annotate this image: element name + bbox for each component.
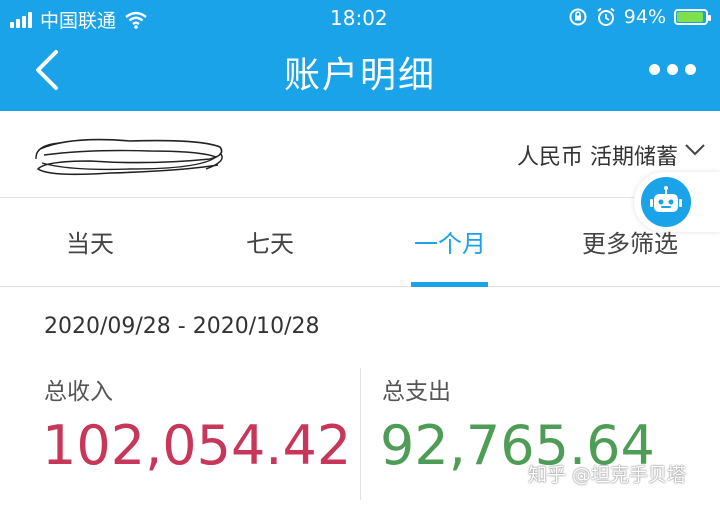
expense-label: 总支出 bbox=[382, 379, 451, 405]
tab-one-month[interactable]: 一个月 bbox=[360, 224, 540, 259]
app-header: 中国联通 18:02 94% 账户明细 bbox=[0, 0, 720, 111]
chevron-down-icon[interactable] bbox=[684, 143, 706, 157]
date-filter-tabs: 当天 七天 一个月 更多筛选 bbox=[0, 198, 720, 287]
date-range: 2020/09/28 - 2020/10/28 bbox=[44, 314, 320, 339]
tab-today[interactable]: 当天 bbox=[0, 224, 180, 259]
income-label: 总收入 bbox=[44, 379, 113, 405]
income-value: 102,054.42 bbox=[42, 414, 352, 477]
more-options-icon[interactable] bbox=[649, 64, 696, 75]
summary-divider bbox=[360, 368, 361, 500]
carrier-name: 中国联通 bbox=[40, 10, 117, 32]
alarm-icon bbox=[597, 7, 615, 26]
battery-percent: 94% bbox=[623, 6, 666, 28]
battery-icon bbox=[674, 9, 711, 25]
status-right: 94% bbox=[568, 6, 711, 28]
redacted-account-scribble bbox=[35, 138, 223, 176]
active-tab-indicator bbox=[411, 282, 488, 287]
status-bar: 中国联通 18:02 94% bbox=[0, 0, 720, 36]
battery-fill bbox=[677, 12, 703, 22]
wifi-icon bbox=[125, 11, 147, 29]
status-time: 18:02 bbox=[330, 6, 388, 30]
tab-seven-days[interactable]: 七天 bbox=[180, 224, 360, 259]
watermark-text: 知乎 @坦克手贝塔 bbox=[528, 464, 687, 486]
account-type-selector[interactable]: 人民币 活期储蓄 bbox=[517, 139, 678, 171]
rotation-lock-icon bbox=[569, 8, 587, 26]
tab-more-filters[interactable]: 更多筛选 bbox=[540, 224, 720, 259]
account-bar[interactable]: 人民币 活期储蓄 bbox=[0, 111, 720, 198]
signal-icon bbox=[10, 11, 32, 28]
status-left: 中国联通 bbox=[10, 6, 148, 33]
page-title: 账户明细 bbox=[283, 55, 436, 96]
